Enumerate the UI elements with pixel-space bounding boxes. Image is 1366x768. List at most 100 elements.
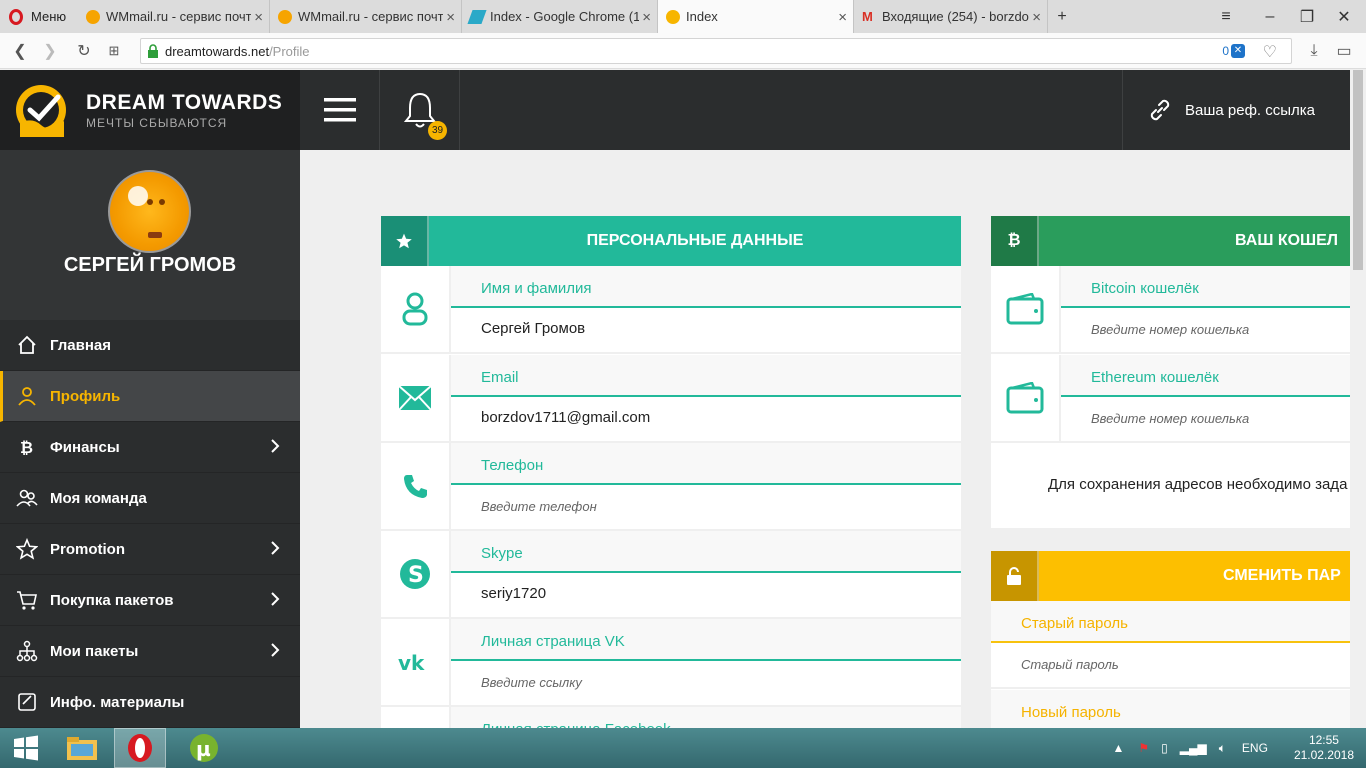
adblock-badge[interactable]: 0 ✕ [1222, 44, 1245, 58]
name-field[interactable]: Сергей Громов [481, 320, 585, 337]
url-field[interactable]: dreamtowards.net/Profile 0 ✕ ♡ [140, 38, 1292, 64]
tab-close-icon[interactable]: × [254, 9, 263, 26]
gmail-favicon-icon: M [862, 8, 873, 24]
field-row-email: Email borzdov1711@gmail.com [381, 355, 961, 443]
avatar[interactable] [108, 170, 191, 253]
vk-icon: vk [381, 619, 451, 705]
browser-tab[interactable]: WMmail.ru - сервис почто × [270, 0, 462, 33]
adblock-icon: ✕ [1231, 44, 1245, 58]
forward-button[interactable]: ❯ [36, 33, 64, 69]
file-explorer-taskbar-icon[interactable] [56, 728, 108, 768]
sidebar-item-team[interactable]: Моя команда [0, 473, 300, 524]
change-password-header: СМЕНИТЬ ПАР [991, 551, 1351, 601]
clock[interactable]: 12:55 21.02.2018 [1294, 733, 1354, 763]
brand-logo[interactable]: DREAM TOWARDS МЕЧТЫ СБЫВАЮТСЯ [0, 70, 300, 150]
sidebar: DREAM TOWARDS МЕЧТЫ СБЫВАЮТСЯ СЕРГЕЙ ГРО… [0, 70, 300, 728]
sidebar-item-label: Главная [50, 336, 112, 354]
browser-tab-strip: Меню WMmail.ru - сервис почто × WMmail.r… [0, 0, 1366, 33]
field-row-ethereum: Ethereum кошелёк Введите номер кошелька [991, 355, 1351, 443]
signal-icon[interactable]: ▂▄▆ [1180, 741, 1207, 755]
snapshot-icon[interactable]: ▭ [1330, 33, 1358, 69]
start-button[interactable] [0, 728, 52, 768]
email-field[interactable]: borzdov1711@gmail.com [481, 409, 650, 426]
field-label: Телефон [451, 443, 961, 485]
svg-text:₿: ₿ [20, 438, 33, 457]
sidebar-item-label: Инфо. материалы [50, 693, 185, 711]
network-warning-icon[interactable]: ⚑ [1138, 741, 1149, 755]
field-row-phone: Телефон Введите телефон [381, 443, 961, 531]
tab-close-icon[interactable]: × [1032, 9, 1041, 26]
skype-field[interactable]: seriy1720 [481, 585, 546, 602]
tray-chevron-icon[interactable]: ▲ [1112, 741, 1124, 755]
hamburger-icon [323, 98, 356, 122]
dreamtowards-favicon-icon [666, 9, 680, 24]
vk-field[interactable]: Введите ссылку [481, 675, 582, 690]
tab-close-icon[interactable]: × [446, 9, 455, 26]
change-password-panel: СМЕНИТЬ ПАР Старый пароль Старый пароль … [991, 551, 1351, 728]
close-window-button[interactable]: ✕ [1322, 0, 1366, 33]
new-tab-button[interactable]: + [1048, 0, 1076, 33]
top-bar: 39 Ваша реф. ссылка [300, 70, 1366, 150]
sidebar-item-my-packages[interactable]: Мои пакеты [0, 626, 300, 677]
bitcoin-wallet-input[interactable]: Введите номер кошелька [1091, 322, 1249, 337]
star-icon [16, 538, 38, 560]
user-icon [381, 266, 451, 352]
volume-icon[interactable]: 🔈︎ [1219, 741, 1226, 756]
dream-towards-logo-icon [16, 85, 66, 137]
bitcoin-icon: ₿ [991, 216, 1039, 266]
scrollbar-thumb[interactable] [1353, 70, 1363, 270]
clock-time: 12:55 [1308, 733, 1339, 747]
utorrent-taskbar-icon[interactable]: µ [178, 728, 230, 768]
wallet-header: ₿ ВАШ КОШЕЛ [991, 216, 1351, 266]
url-path: /Profile [269, 43, 310, 59]
browser-tab-active[interactable]: Index × [658, 0, 854, 33]
ethereum-wallet-input[interactable]: Введите номер кошелька [1091, 411, 1249, 426]
clock-date: 21.02.2018 [1293, 748, 1354, 762]
tab-title: WMmail.ru - сервис почто [298, 9, 443, 24]
ref-link-label: Ваша реф. ссылка [1185, 101, 1316, 119]
sidebar-item-home[interactable]: Главная [0, 320, 300, 371]
menu-toggle-button[interactable] [300, 70, 380, 150]
tab-menu-icon[interactable]: ≡ [1204, 0, 1248, 33]
sidebar-item-finance[interactable]: ₿ Финансы [0, 422, 300, 473]
opera-logo-icon [9, 8, 23, 25]
opera-menu-button[interactable]: Меню [0, 0, 78, 33]
download-icon[interactable]: ⤓ [1300, 33, 1328, 69]
browser-tab[interactable]: WMmail.ru - сервис почто × [78, 0, 270, 33]
chevron-right-icon [271, 643, 280, 657]
sidebar-item-promotion[interactable]: Promotion [0, 524, 300, 575]
heart-bookmark-icon[interactable]: ♡ [1263, 42, 1277, 62]
profile-name: СЕРГЕЙ ГРОМОВ [63, 254, 237, 276]
language-indicator[interactable]: ENG [1242, 741, 1268, 755]
brand-name: DREAM TOWARDS [86, 90, 283, 114]
page-scrollbar[interactable] [1350, 70, 1366, 728]
change-password-title: СМЕНИТЬ ПАР [1223, 567, 1341, 584]
battery-icon[interactable]: ▯ [1161, 741, 1168, 755]
reload-button[interactable]: ↻ [70, 33, 98, 69]
field-label: Email [451, 355, 961, 397]
sidebar-item-buy-packages[interactable]: Покупка пакетов [0, 575, 300, 626]
speed-dial-icon[interactable]: ⊞ [100, 33, 128, 69]
opera-menu-label: Меню [31, 9, 67, 24]
personal-data-header: ПЕРСОНАЛЬНЫЕ ДАННЫЕ [381, 216, 961, 266]
sidebar-item-info-materials[interactable]: Инфо. материалы [0, 677, 300, 728]
tab-close-icon[interactable]: × [642, 9, 651, 26]
old-password-input[interactable]: Старый пароль [1021, 657, 1119, 672]
field-row-facebook: Личная страница Facebook [381, 707, 961, 728]
ref-link-button[interactable]: Ваша реф. ссылка [1122, 70, 1343, 150]
chevron-right-icon [271, 439, 280, 453]
back-button[interactable]: ❮ [6, 33, 34, 69]
windows-icon [14, 735, 38, 761]
browser-tab[interactable]: M Входящие (254) - borzdov × [854, 0, 1048, 33]
field-row-bitcoin: Bitcoin кошелёк Введите номер кошелька [991, 266, 1351, 354]
opera-taskbar-icon[interactable] [114, 728, 166, 768]
tab-close-icon[interactable]: × [838, 9, 847, 26]
notifications-button[interactable]: 39 [380, 70, 460, 150]
browser-tab[interactable]: Index - Google Chrome (1 × [462, 0, 658, 33]
field-label: Имя и фамилия [451, 266, 961, 308]
sidebar-item-profile[interactable]: Профиль [0, 371, 300, 422]
chevron-right-icon [271, 541, 280, 555]
phone-field[interactable]: Введите телефон [481, 499, 597, 514]
phone-icon [381, 443, 451, 529]
svg-text:vk: vk [398, 651, 425, 673]
